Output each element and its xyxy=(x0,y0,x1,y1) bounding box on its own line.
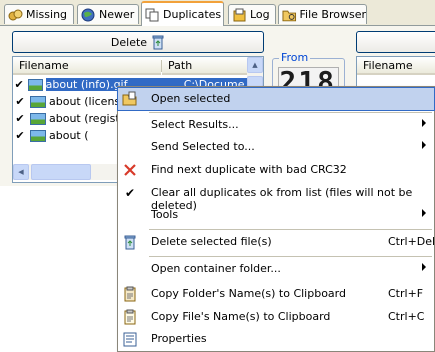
filename-cell: about ( xyxy=(49,129,89,142)
menu-item-select-results[interactable]: Select Results... xyxy=(118,114,434,136)
checkmark-icon[interactable]: ✔ xyxy=(13,95,27,108)
menu-item-label: Select Results... xyxy=(151,118,239,131)
image-file-icon xyxy=(28,78,43,91)
tab-newer[interactable]: Newer xyxy=(77,4,139,24)
filename-cell: about (registr xyxy=(49,112,125,125)
menu-item-open-container-folder[interactable]: Open container folder... xyxy=(118,258,434,280)
column-header-label: Filename xyxy=(363,58,413,72)
menu-item-shortcut: Ctrl+C xyxy=(388,310,425,323)
scroll-up-button[interactable]: ▲ xyxy=(247,57,263,73)
checkmark-icon[interactable]: ✔ xyxy=(13,112,27,125)
from-label: From xyxy=(279,51,311,64)
menu-item-label: Copy File's Name(s) to Clipboard xyxy=(151,310,331,323)
column-header-label: Path xyxy=(168,58,193,72)
tab-label: Newer xyxy=(99,8,135,21)
log-icon xyxy=(233,8,246,21)
tab-missing[interactable]: Missing xyxy=(4,4,74,24)
duplicates-icon xyxy=(145,8,159,21)
menu-item-find-bad-crc[interactable]: Find next duplicate with bad CRC32 xyxy=(118,159,434,181)
menu-item-properties[interactable]: Properties xyxy=(118,328,434,350)
delete-button-label: Delete xyxy=(110,35,148,49)
recycle-bin-icon xyxy=(152,35,164,49)
tab-label: Missing xyxy=(26,8,68,21)
checkmark-icon: ✔ xyxy=(124,186,136,200)
missing-icon xyxy=(8,9,23,20)
open-icon xyxy=(122,91,138,107)
tab-label: Log xyxy=(250,8,270,21)
copy-folder-icon xyxy=(122,286,138,302)
newer-icon xyxy=(81,8,95,21)
submenu-arrow-icon xyxy=(422,119,426,127)
menu-item-label: Open selected xyxy=(151,92,231,105)
red-x-icon xyxy=(122,162,138,178)
submenu-arrow-icon xyxy=(422,263,426,271)
file-browser-icon xyxy=(282,10,297,21)
tab-file-browser[interactable]: File Browser xyxy=(278,4,367,24)
recycle-bin-icon xyxy=(122,234,138,250)
menu-item-label: Delete selected file(s) xyxy=(151,235,272,248)
tab-bar: Missing Newer Duplicates Log File Browse… xyxy=(0,0,435,26)
checkmark-icon[interactable]: ✔ xyxy=(13,78,25,91)
submenu-arrow-icon xyxy=(422,209,426,217)
menu-separator xyxy=(149,229,432,230)
image-file-icon xyxy=(30,95,46,108)
menu-item-copy-file-names[interactable]: Copy File's Name(s) to Clipboard Ctrl+C xyxy=(118,306,434,328)
menu-item-label: Properties xyxy=(151,332,207,345)
delete-button[interactable]: Delete xyxy=(12,31,264,53)
scroll-thumb[interactable] xyxy=(31,164,91,180)
menu-item-copy-folder-names[interactable]: Copy Folder's Name(s) to Clipboard Ctrl+… xyxy=(118,283,434,305)
column-header-filename[interactable]: Filename xyxy=(357,57,435,75)
scroll-left-button[interactable]: ◀ xyxy=(13,164,29,180)
menu-item-label: Open container folder... xyxy=(151,262,281,275)
image-file-icon xyxy=(30,129,46,142)
tab-duplicates[interactable]: Duplicates xyxy=(141,1,224,26)
menu-item-send-selected-to[interactable]: Send Selected to... xyxy=(118,136,434,158)
menu-item-clear-ok-duplicates[interactable]: ✔ Clear all duplicates ok from list (fil… xyxy=(118,182,434,212)
menu-item-shortcut: Ctrl+F xyxy=(388,287,424,300)
menu-item-label: Find next duplicate with bad CRC32 xyxy=(151,163,347,176)
menu-item-shortcut: Ctrl+Del xyxy=(388,235,435,248)
tab-label: Duplicates xyxy=(163,8,222,21)
menu-item-label: Tools xyxy=(151,208,179,221)
menu-item-open-selected[interactable]: Open selected xyxy=(117,87,435,111)
column-header-label: Filename xyxy=(19,58,69,72)
menu-separator xyxy=(149,256,432,257)
checkmark-icon[interactable]: ✔ xyxy=(13,129,27,142)
menu-item-tools[interactable]: Tools xyxy=(118,204,434,226)
column-header-filename[interactable]: Filename xyxy=(13,57,161,75)
menu-item-label: Copy Folder's Name(s) to Clipboard xyxy=(151,287,346,300)
submenu-arrow-icon xyxy=(422,141,426,149)
properties-icon xyxy=(122,331,138,347)
menu-item-delete-selected[interactable]: Delete selected file(s) Ctrl+Del xyxy=(118,231,435,253)
menu-item-label: Send Selected to... xyxy=(151,140,255,153)
right-panel-button[interactable] xyxy=(356,31,435,53)
context-menu: Open selected Select Results... Send Sel… xyxy=(117,86,435,352)
column-header-path[interactable]: Path xyxy=(162,57,247,75)
copy-file-icon xyxy=(122,309,138,325)
image-file-icon xyxy=(30,112,46,125)
menu-separator xyxy=(149,112,432,113)
tab-log[interactable]: Log xyxy=(228,4,276,24)
tab-label: File Browser xyxy=(299,8,366,21)
